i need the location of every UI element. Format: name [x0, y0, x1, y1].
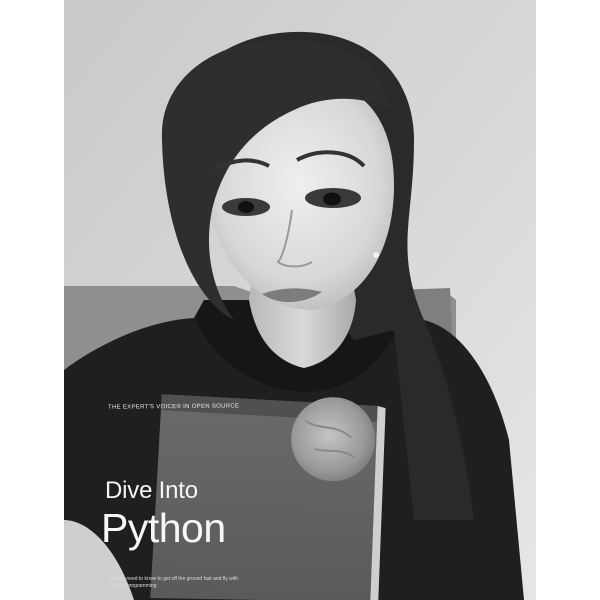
- book-blurb: All you need to know to get off the grou…: [110, 576, 239, 589]
- book-title-line-2: Python: [101, 505, 226, 551]
- earring: [373, 252, 379, 258]
- book-title-line-1: Dive Into: [105, 477, 198, 504]
- image-frame: THE EXPERT'S VOICE® IN OPEN SOURCE Dive …: [0, 0, 600, 600]
